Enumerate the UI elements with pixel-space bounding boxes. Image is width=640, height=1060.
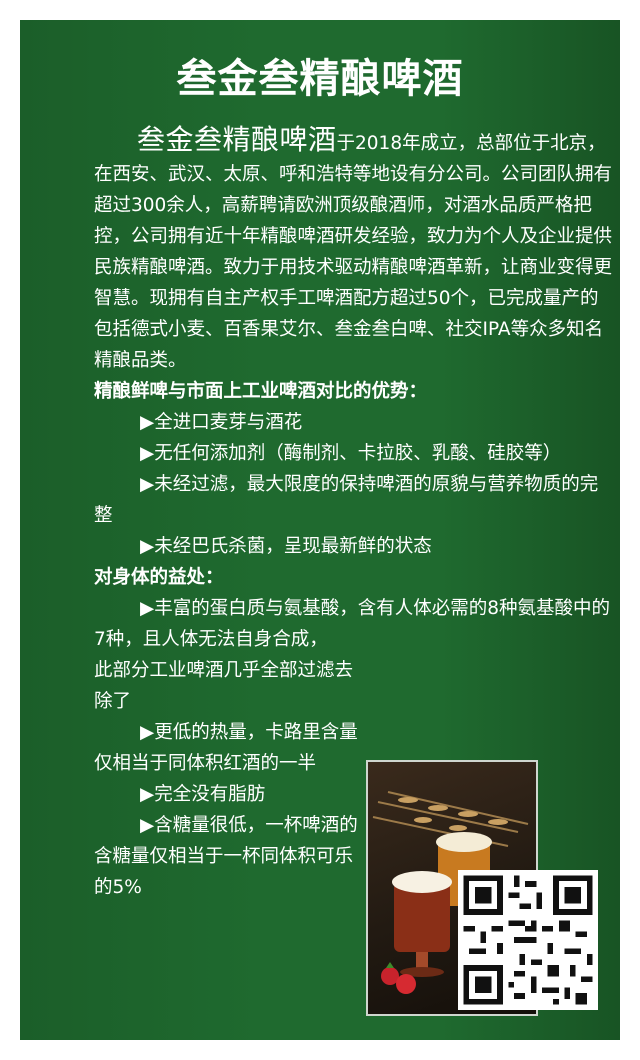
brand-poster: 叁金叁精酿啤酒 叁金叁精酿啤酒于2018年成立，总部位于北京，在西安、武汉、太原… [20, 20, 620, 1040]
advantage-item-2: ▶无任何添加剂（酶制剂、卡拉胶、乳酸、硅胶等） [140, 443, 562, 464]
intro-brand-name: 叁金叁精酿啤酒 [137, 123, 337, 156]
benefit-item-2: ▶更低的热量，卡路里含量仅相当于同体积红酒的一半 [94, 722, 358, 774]
advantage-item-3: ▶未经过滤，最大限度的保持啤酒的原貌与营养物质的完整 [94, 474, 599, 526]
intro-paragraph: 叁金叁精酿啤酒于2018年成立，总部位于北京，在西安、武汉、太原、呼和浩特等地设… [94, 124, 614, 376]
advantage-item-1: ▶全进口麦芽与酒花 [140, 412, 303, 433]
advantage-item-4: ▶未经巴氏杀菌，呈现最新鲜的状态 [140, 536, 432, 557]
advantages-heading: 精酿鲜啤与市面上工业啤酒对比的优势： [94, 381, 428, 402]
benefit-item-1: ▶丰富的蛋白质与氨基酸，含有人体必需的8种氨基酸中的7种，且人体无法自身合成， [94, 598, 610, 650]
qr-code[interactable] [458, 870, 598, 1010]
benefit-item-1-cont: 此部分工业啤酒几乎全部过滤去除了 [94, 660, 354, 712]
benefits-heading: 对身体的益处： [94, 567, 224, 588]
benefit-item-3: ▶完全没有脂肪 [140, 784, 266, 805]
benefit-item-4: ▶含糖量很低，一杯啤酒的含糖量仅相当于一杯同体积可乐的5% [94, 815, 358, 898]
intro-text: 于2018年成立，总部位于北京，在西安、武汉、太原、呼和浩特等地设有分公司。公司… [94, 133, 613, 371]
qr-code-icon [458, 870, 598, 1010]
page-title: 叁金叁精酿啤酒 [176, 56, 464, 102]
